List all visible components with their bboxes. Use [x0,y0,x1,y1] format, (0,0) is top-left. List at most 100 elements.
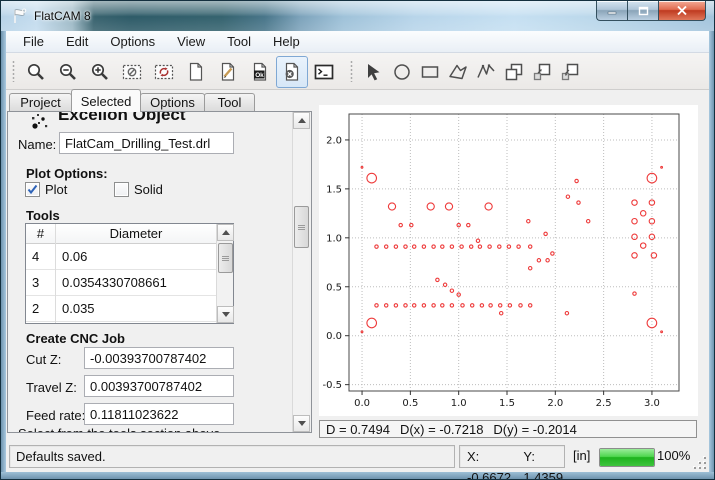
ok-badge-text: Ok [255,72,264,79]
mouse-coordinates: X: -0.6672 Y: 1.4359 [459,445,565,468]
arrow-up-icon [222,230,230,235]
table-row[interactable]: 4 0.06 [26,244,233,270]
panel-scroll-down-button[interactable] [293,415,310,432]
window-title: FlatCAM 8 [34,9,91,23]
table-scrollbar[interactable] [216,224,233,323]
scroll-down-button[interactable] [217,306,234,323]
svg-text:0.5: 0.5 [402,398,418,409]
tool-diameter[interactable]: 0.0354330708661 [56,270,167,296]
menu-help[interactable]: Help [262,32,311,51]
coord-x: X: -0.6672 [467,446,511,467]
panel-scroll-up-button[interactable] [293,112,310,129]
toolbar-grip[interactable] [12,60,15,82]
menu-edit[interactable]: Edit [55,32,99,51]
coord-y: Y: 1.4359 [523,446,564,467]
zoom-fit-icon [25,61,47,83]
menu-view[interactable]: View [166,32,216,51]
svg-text:0.0: 0.0 [326,331,342,342]
close-button[interactable] [659,1,706,21]
solid-checkbox-label[interactable]: Solid [134,182,163,197]
feedrate-label: Feed rate: [26,408,85,423]
clear-plot-icon [121,61,143,83]
measure-dx: D(x) = -0.7218 [400,422,483,437]
menu-options[interactable]: Options [99,32,166,51]
plot-checkbox-label[interactable]: Plot [45,182,67,197]
table-row[interactable]: 2 0.035 [26,296,233,322]
toolbar: Ok [6,53,709,90]
status-message: Defaults saved. [9,445,455,468]
shell-button[interactable] [308,56,340,88]
tools-table: # Diameter 4 0.06 3 0.0354330708661 2 0.… [25,223,234,324]
move-objects-button[interactable] [554,56,586,88]
menu-bar: File Edit Options View Tool Help [6,31,709,53]
arrow-down-icon [298,421,306,426]
plot-options-label: Plot Options: [26,166,108,181]
caption-buttons [596,1,706,21]
delete-object-button[interactable] [276,56,308,88]
svg-text:2.5: 2.5 [596,398,612,409]
cutz-label: Cut Z: [26,352,61,367]
maximize-button[interactable] [627,1,659,21]
toolbar-grip-2[interactable] [350,60,353,82]
measure-d: D = 0.7494 [326,422,390,437]
replot-button[interactable] [148,56,180,88]
svg-text:1.5: 1.5 [326,184,342,195]
panel-title: Excellon Object [58,112,186,125]
new-project-icon [185,61,207,83]
zoom-out-button[interactable] [52,56,84,88]
units-label: [in] [573,448,590,463]
svg-text:3.0: 3.0 [644,398,660,409]
tool-diameter[interactable]: 0.06 [56,244,87,270]
new-project-button[interactable] [180,56,212,88]
minimize-button[interactable] [596,1,627,21]
resize-grip[interactable] [695,457,707,469]
menu-file[interactable]: File [12,32,55,51]
plot-checkbox[interactable] [25,182,40,197]
name-input[interactable] [59,132,234,154]
open-project-button[interactable] [212,56,244,88]
scroll-up-button[interactable] [217,224,234,241]
progress-percent: 100% [657,448,690,463]
tool-diameter[interactable]: 0.035 [56,296,95,322]
clear-plot-button[interactable] [116,56,148,88]
save-project-button[interactable]: Ok [244,56,276,88]
travelz-input[interactable] [84,375,234,397]
svg-text:1.5: 1.5 [499,398,515,409]
replot-icon [153,61,175,83]
scrollbar-thumb[interactable] [218,243,233,273]
measurement-readout: D = 0.7494 D(x) = -0.7218 D(y) = -0.2014 [319,420,697,438]
panel-scrollbar[interactable] [292,112,309,432]
col-header-num[interactable]: # [26,224,55,244]
flatcam-window: FlatCAM 8 File Edit Options View Tool He… [0,0,715,480]
feedrate-input[interactable] [84,403,234,425]
svg-text:-0.5: -0.5 [322,380,342,391]
app-icon [11,8,27,24]
svg-text:2.0: 2.0 [547,398,563,409]
close-icon [676,5,688,16]
panel-scrollbar-thumb[interactable] [294,206,309,248]
minimize-icon [607,6,617,15]
plot-canvas[interactable]: 0.00.51.01.52.02.53.0-0.50.00.51.01.52.0 [319,105,698,416]
cnc-section-label: Create CNC Job [26,331,125,346]
table-row[interactable]: 3 0.0354330708661 [26,270,233,296]
tab-project[interactable]: Project [9,93,72,112]
maximize-icon [638,6,649,16]
cutz-input[interactable] [84,347,234,369]
tab-options[interactable]: Options [140,93,205,112]
zoom-out-icon [57,61,79,83]
progress-fill [600,449,654,466]
title-bar[interactable]: FlatCAM 8 [1,1,714,31]
zoom-in-button[interactable] [84,56,116,88]
tab-tool[interactable]: Tool [204,93,255,112]
zoom-fit-button[interactable] [20,56,52,88]
col-header-diameter[interactable]: Diameter [56,224,216,244]
pointer-icon [363,61,385,83]
tab-selected[interactable]: Selected [71,89,141,112]
menu-tool[interactable]: Tool [216,32,262,51]
svg-text:1.0: 1.0 [451,398,467,409]
arrow-down-icon [222,312,230,317]
excellon-object-icon [31,113,49,131]
tools-label: Tools [26,208,60,223]
move-objects-icon [559,61,581,83]
solid-checkbox[interactable] [114,182,129,197]
